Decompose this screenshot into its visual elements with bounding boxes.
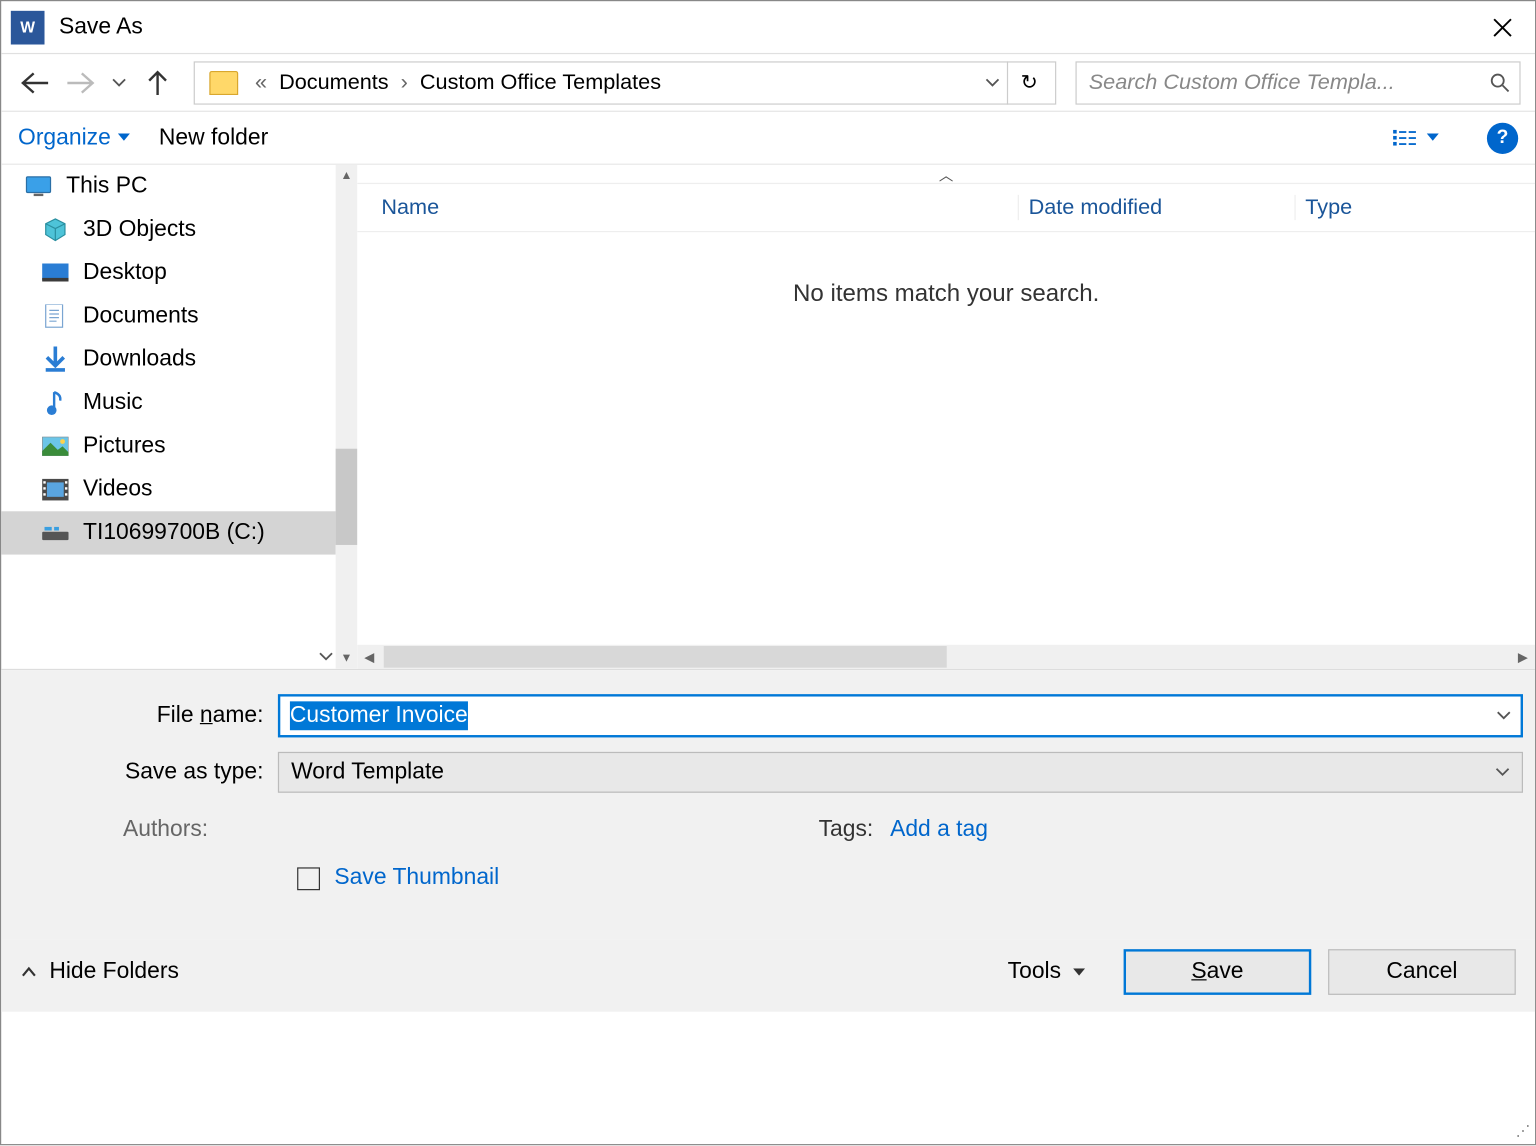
search-input[interactable] (1086, 69, 1483, 97)
search-box[interactable] (1075, 61, 1520, 104)
tree-item-label: This PC (66, 173, 147, 199)
cube-icon (42, 218, 68, 242)
picture-icon (42, 434, 68, 458)
tree-item-videos[interactable]: Videos (1, 468, 335, 511)
main-area: ▲ ▼ This PC 3D Objects (1, 165, 1535, 670)
tree-item-label: Videos (83, 476, 152, 502)
music-note-icon (42, 391, 68, 415)
folder-icon (209, 70, 238, 94)
search-icon[interactable] (1483, 73, 1509, 92)
navigation-bar: « Documents › Custom Office Templates ↻ (1, 54, 1535, 112)
empty-message: No items match your search. (357, 232, 1535, 356)
hide-folders-button[interactable]: Hide Folders (20, 959, 178, 985)
save-form: File name: Customer Invoice Save as type… (1, 670, 1535, 939)
file-name-input[interactable]: Customer Invoice (278, 694, 1523, 737)
new-folder-button[interactable]: New folder (159, 125, 268, 151)
close-icon[interactable] (1480, 11, 1526, 42)
column-type[interactable]: Type (1294, 195, 1535, 220)
help-icon[interactable]: ? (1487, 122, 1518, 153)
view-options-button[interactable] (1393, 128, 1439, 147)
folder-tree: ▲ ▼ This PC 3D Objects (1, 165, 357, 669)
list-header: Name Date modified Type (357, 184, 1535, 232)
breadcrumb-dropdown-icon[interactable] (978, 78, 1007, 88)
tree-item-downloads[interactable]: Downloads (1, 338, 335, 381)
tree-item-desktop[interactable]: Desktop (1, 251, 335, 294)
tree-item-label: Pictures (83, 433, 166, 459)
back-button[interactable] (16, 63, 54, 101)
scroll-right-icon[interactable]: ▶ (1511, 649, 1535, 665)
up-button[interactable] (138, 63, 176, 101)
desktop-icon (42, 261, 68, 285)
file-name-label: File name: (13, 703, 278, 729)
file-name-value: Customer Invoice (290, 701, 468, 730)
tree-item-drive-c[interactable]: TI10699700B (C:) (1, 511, 335, 554)
tree-item-label: TI10699700B (C:) (83, 520, 265, 546)
refresh-button[interactable]: ↻ (1007, 61, 1050, 104)
tree-item-label: Documents (83, 303, 199, 329)
scrollbar-horizontal[interactable]: ◀ ▶ (357, 645, 1535, 669)
tools-button[interactable]: Tools (986, 952, 1107, 993)
filename-history-dropdown-icon[interactable] (1497, 711, 1511, 721)
tree-item-pictures[interactable]: Pictures (1, 425, 335, 468)
monitor-icon (25, 174, 51, 198)
scroll-thumb[interactable] (336, 449, 358, 545)
sidebar-collapse-icon[interactable] (319, 652, 333, 662)
tree-item-label: Music (83, 390, 143, 416)
title-bar: W Save As (1, 1, 1535, 54)
cancel-button[interactable]: Cancel (1328, 949, 1516, 995)
scroll-down-icon[interactable]: ▼ (336, 647, 358, 669)
add-tag-link[interactable]: Add a tag (890, 817, 988, 843)
save-as-type-label: Save as type: (13, 759, 278, 785)
tree-item-music[interactable]: Music (1, 381, 335, 424)
dropdown-icon (1495, 768, 1509, 778)
save-thumbnail-label[interactable]: Save Thumbnail (334, 865, 499, 891)
document-icon (42, 304, 68, 328)
word-app-icon: W (11, 10, 45, 44)
tree-item-3d-objects[interactable]: 3D Objects (1, 208, 335, 251)
authors-label: Authors: (13, 817, 220, 843)
forward-button[interactable] (61, 63, 99, 101)
toolbar: Organize New folder ? (1, 112, 1535, 165)
dialog-title: Save As (59, 14, 1480, 40)
film-icon (42, 478, 68, 502)
scroll-thumb-horizontal[interactable] (384, 646, 946, 668)
scrollbar-vertical[interactable]: ▲ ▼ (336, 165, 358, 669)
scroll-left-icon[interactable]: ◀ (357, 649, 381, 665)
recent-dropdown-icon[interactable] (107, 63, 131, 101)
tree-item-label: Downloads (83, 346, 196, 372)
save-thumbnail-checkbox[interactable] (297, 867, 320, 890)
tree-item-documents[interactable]: Documents (1, 295, 335, 338)
breadcrumb-separator-icon: › (393, 70, 415, 95)
column-date-modified[interactable]: Date modified (1018, 195, 1295, 220)
scroll-up-icon[interactable]: ▲ (336, 165, 358, 187)
resize-grip-icon[interactable]: ⋰ (1516, 1122, 1530, 1139)
save-button[interactable]: Save (1124, 949, 1312, 995)
collapse-panel-icon[interactable]: ︿ (357, 165, 1535, 184)
column-name[interactable]: Name (357, 195, 1017, 220)
breadcrumb-item[interactable]: Custom Office Templates (415, 70, 666, 95)
breadcrumb-item[interactable]: Documents (274, 70, 393, 95)
dialog-footer: Hide Folders Tools Save Cancel ⋰ (1, 940, 1535, 1012)
file-listing: ︿ Name Date modified Type No items match… (357, 165, 1535, 669)
save-as-type-value: Word Template (291, 759, 444, 785)
breadcrumb[interactable]: « Documents › Custom Office Templates ↻ (194, 61, 1057, 104)
tree-item-this-pc[interactable]: This PC (1, 165, 335, 208)
breadcrumb-overflow-icon[interactable]: « (248, 70, 274, 95)
tree-item-label: 3D Objects (83, 217, 196, 243)
drive-icon (42, 521, 68, 545)
organize-button[interactable]: Organize (18, 125, 130, 151)
tags-label: Tags: (746, 817, 890, 843)
save-as-type-select[interactable]: Word Template (278, 752, 1523, 793)
tree-item-label: Desktop (83, 260, 167, 286)
download-arrow-icon (42, 348, 68, 372)
